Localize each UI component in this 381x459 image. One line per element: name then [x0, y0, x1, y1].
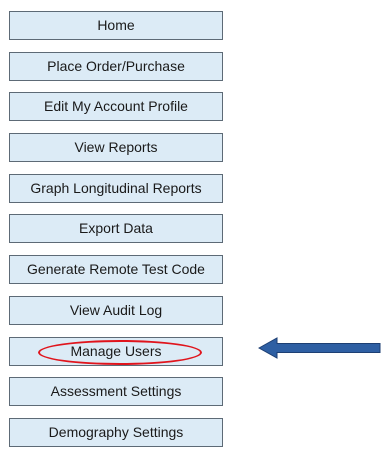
menu-item-label: View Reports	[74, 139, 158, 156]
menu-item-label: Export Data	[79, 220, 153, 237]
menu-item-home[interactable]: Home	[9, 11, 223, 40]
menu-item-label: View Audit Log	[69, 301, 163, 318]
menu-item-demography-settings[interactable]: Demography Settings	[9, 417, 223, 447]
menu-item-label: Assessment Settings	[50, 383, 182, 400]
arrow-shape	[258, 337, 381, 359]
menu-item-label: Edit My Account Profile	[44, 98, 188, 115]
menu-item-label: Graph Longitudinal Reports	[30, 179, 202, 196]
menu-item-label: Place Order/Purchase	[47, 57, 185, 74]
menu-item-view-audit-log[interactable]: View Audit Log	[9, 295, 223, 325]
menu-item-manage-users[interactable]: Manage Users	[9, 336, 223, 366]
menu-item-label: Home	[97, 17, 135, 33]
menu-item-label: Generate Remote Test Code	[27, 261, 205, 278]
menu-item-export-data[interactable]: Export Data	[9, 214, 223, 244]
main-menu: Home Place Order/Purchase Edit My Accoun…	[9, 11, 223, 459]
menu-item-assessment-settings[interactable]: Assessment Settings	[9, 377, 223, 407]
menu-item-label: Manage Users	[70, 342, 162, 359]
menu-item-view-reports[interactable]: View Reports	[9, 133, 223, 163]
menu-item-graph-longitudinal-reports[interactable]: Graph Longitudinal Reports	[9, 173, 223, 203]
menu-item-generate-remote-test-code[interactable]: Generate Remote Test Code	[9, 255, 223, 285]
left-arrow-icon	[258, 337, 381, 359]
menu-item-place-order-purchase[interactable]: Place Order/Purchase	[9, 51, 223, 81]
menu-item-label: Demography Settings	[48, 423, 184, 440]
menu-item-edit-my-account-profile[interactable]: Edit My Account Profile	[9, 92, 223, 122]
